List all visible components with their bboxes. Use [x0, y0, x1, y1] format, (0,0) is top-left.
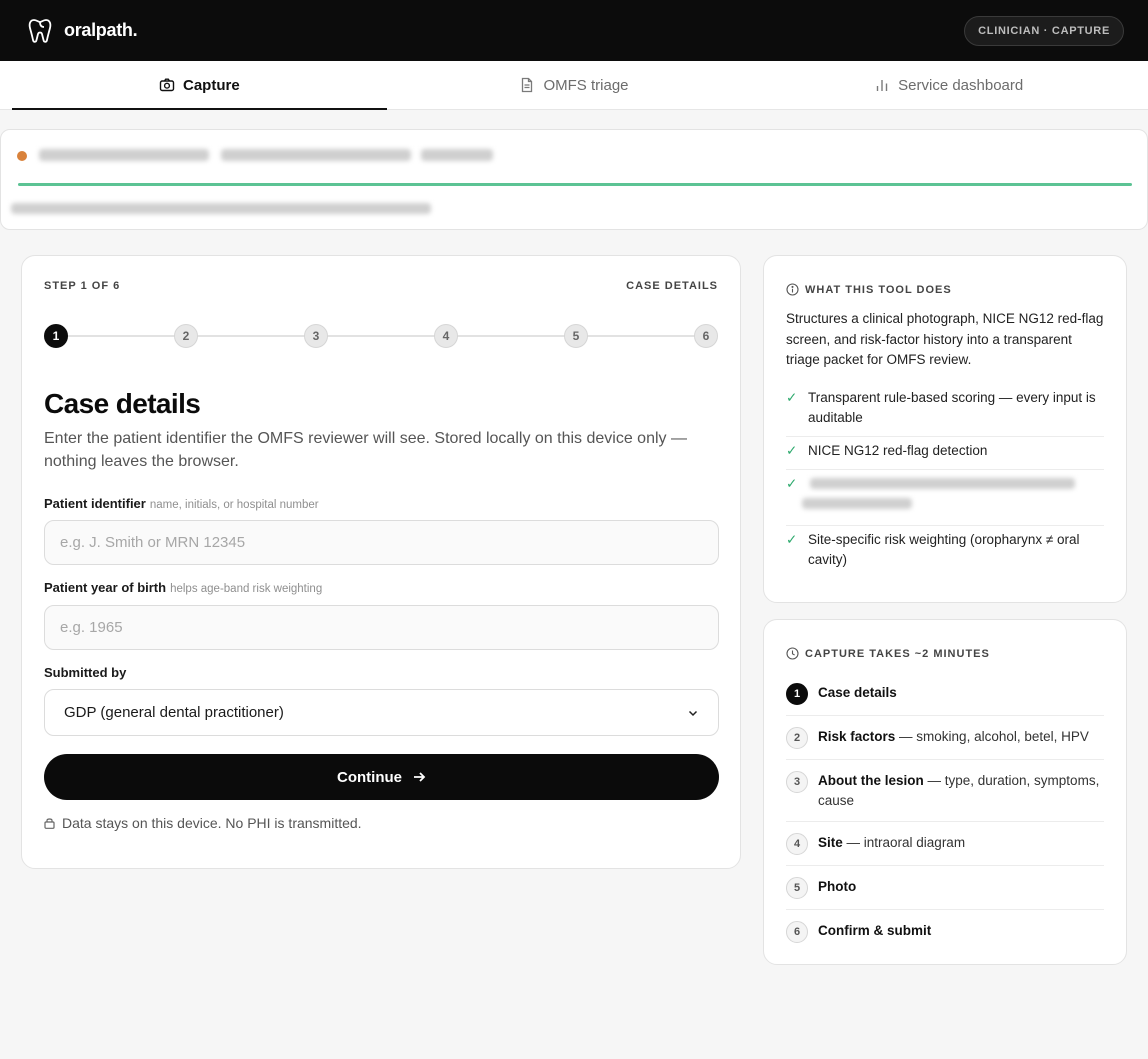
field-label-text: Patient year of birth	[44, 580, 167, 595]
tab-label: OMFS triage	[543, 76, 629, 94]
tab-service-dashboard[interactable]: Service dashboard	[761, 61, 1136, 109]
redacted-text	[802, 498, 912, 509]
step-dot-3[interactable]: 3	[304, 324, 328, 348]
capture-steps-card: CAPTURE TAKES ~2 MINUTES 1 Case details …	[763, 619, 1127, 965]
feature-text: Site-specific risk weighting (oropharynx…	[808, 532, 1080, 567]
tab-omfs-triage[interactable]: OMFS triage	[387, 61, 762, 109]
card-heading-text: CAPTURE TAKES ~2 MINUTES	[805, 647, 990, 660]
card-heading: CAPTURE TAKES ~2 MINUTES	[786, 647, 990, 660]
field-label-text: Submitted by	[44, 665, 127, 680]
case-details-card: STEP 1 OF 6 CASE DETAILS 1 2 3 4 5 6 Cas…	[21, 255, 741, 869]
birth-year-label: Patient year of birth helps age-band risk…	[44, 580, 322, 595]
progress-bar	[18, 183, 1132, 186]
step-number: 1	[786, 683, 808, 705]
info-icon	[786, 283, 799, 296]
tool-description: Structures a clinical photograph, NICE N…	[786, 311, 1104, 367]
step-number: 3	[786, 771, 808, 793]
field-label-text: Patient identifier	[44, 496, 146, 511]
step-title: Site	[818, 835, 843, 850]
step-title: Risk factors	[818, 729, 896, 744]
patient-identifier-label: Patient identifier name, initials, or hos…	[44, 496, 319, 511]
step-number: 5	[786, 877, 808, 899]
step-detail: — smoking, alcohol, betel, HPV	[895, 729, 1089, 744]
step-title: Confirm & submit	[818, 923, 932, 938]
list-item: ✓ Site-specific risk weighting (orophary…	[786, 526, 1104, 578]
top-bar: oralpath. CLINICIAN · CAPTURE	[0, 0, 1148, 61]
list-item: 2 Risk factors — smoking, alcohol, betel…	[786, 724, 1104, 760]
arrow-right-icon	[414, 772, 426, 782]
redacted-text	[810, 478, 1075, 489]
submitted-by-select[interactable]: GDP (general dental practitioner)	[44, 689, 719, 736]
step-header: STEP 1 OF 6 CASE DETAILS	[44, 280, 718, 292]
step-number: 2	[786, 727, 808, 749]
check-icon: ✓	[786, 476, 798, 491]
feature-text: NICE NG12 red-flag detection	[808, 443, 988, 458]
feature-text: Transparent rule-based scoring — every i…	[808, 390, 1096, 425]
card-heading: WHAT THIS TOOL DOES	[786, 283, 952, 296]
step-detail: — intraoral diagram	[842, 835, 966, 850]
brand[interactable]: oralpath.	[28, 18, 138, 44]
field-hint: helps age-band risk weighting	[170, 583, 323, 595]
capture-step-list: 1 Case details 2 Risk factors — smoking,…	[786, 680, 1104, 961]
status-dot-icon	[17, 151, 27, 161]
clock-icon	[786, 647, 799, 660]
tool-info-card: WHAT THIS TOOL DOES Structures a clinica…	[763, 255, 1127, 603]
step-title: Case details	[818, 685, 897, 700]
submitted-by-label: Submitted by	[44, 665, 126, 680]
step-number: 4	[786, 833, 808, 855]
tab-bar: Capture OMFS triage Service dashboard	[0, 61, 1148, 110]
list-item: ✓	[786, 470, 1104, 526]
redacted-text	[221, 149, 411, 161]
list-item: 4 Site — intraoral diagram	[786, 830, 1104, 866]
check-icon: ✓	[786, 443, 798, 458]
camera-icon	[159, 78, 175, 92]
continue-button[interactable]: Continue	[44, 754, 719, 800]
continue-label: Continue	[337, 768, 402, 786]
brand-name: oralpath.	[64, 20, 138, 40]
step-number: 6	[786, 921, 808, 943]
bar-chart-icon	[876, 80, 888, 91]
mode-badge: CLINICIAN · CAPTURE	[964, 15, 1124, 46]
tab-label: Service dashboard	[898, 76, 1024, 94]
tooth-logo-icon	[28, 18, 52, 43]
lock-icon	[44, 818, 55, 829]
tab-capture[interactable]: Capture	[12, 61, 387, 110]
page-title: Case details	[44, 388, 201, 419]
list-item: 6 Confirm & submit	[786, 918, 1104, 953]
card-heading-text: WHAT THIS TOOL DOES	[805, 283, 952, 296]
privacy-note-text: Data stays on this device. No PHI is tra…	[62, 815, 362, 831]
step-dot-1[interactable]: 1	[44, 324, 68, 348]
step-dot-6[interactable]: 6	[694, 324, 718, 348]
step-dot-2[interactable]: 2	[174, 324, 198, 348]
birth-year-input[interactable]	[44, 605, 719, 650]
privacy-note: Data stays on this device. No PHI is tra…	[44, 815, 362, 831]
list-item: ✓ Transparent rule-based scoring — every…	[786, 384, 1104, 437]
notice-banner	[0, 129, 1148, 230]
step-title: About the lesion	[818, 773, 924, 788]
list-item: 3 About the lesion — type, duration, sym…	[786, 768, 1104, 822]
list-item: ✓ NICE NG12 red-flag detection	[786, 437, 1104, 470]
redacted-text	[421, 149, 493, 161]
section-label: CASE DETAILS	[626, 280, 718, 292]
field-hint: name, initials, or hospital number	[149, 499, 319, 511]
redacted-text	[39, 149, 209, 161]
step-dot-5[interactable]: 5	[564, 324, 588, 348]
select-value: GDP (general dental practitioner)	[64, 704, 284, 721]
check-icon: ✓	[786, 532, 798, 547]
feature-list: ✓ Transparent rule-based scoring — every…	[786, 384, 1104, 578]
chevron-down-icon	[688, 710, 698, 716]
step-counter: STEP 1 OF 6	[44, 280, 121, 292]
list-item: 5 Photo	[786, 874, 1104, 910]
redacted-text	[11, 203, 431, 214]
tab-label: Capture	[182, 76, 240, 94]
page-description: Enter the patient identifier the OMFS re…	[44, 430, 687, 470]
stepper: 1 2 3 4 5 6	[44, 324, 720, 348]
step-title: Photo	[818, 879, 857, 894]
document-icon	[522, 77, 533, 93]
check-icon: ✓	[786, 390, 798, 405]
patient-identifier-input[interactable]	[44, 520, 719, 565]
stepper-track	[56, 335, 708, 337]
step-dot-4[interactable]: 4	[434, 324, 458, 348]
list-item: 1 Case details	[786, 680, 1104, 716]
